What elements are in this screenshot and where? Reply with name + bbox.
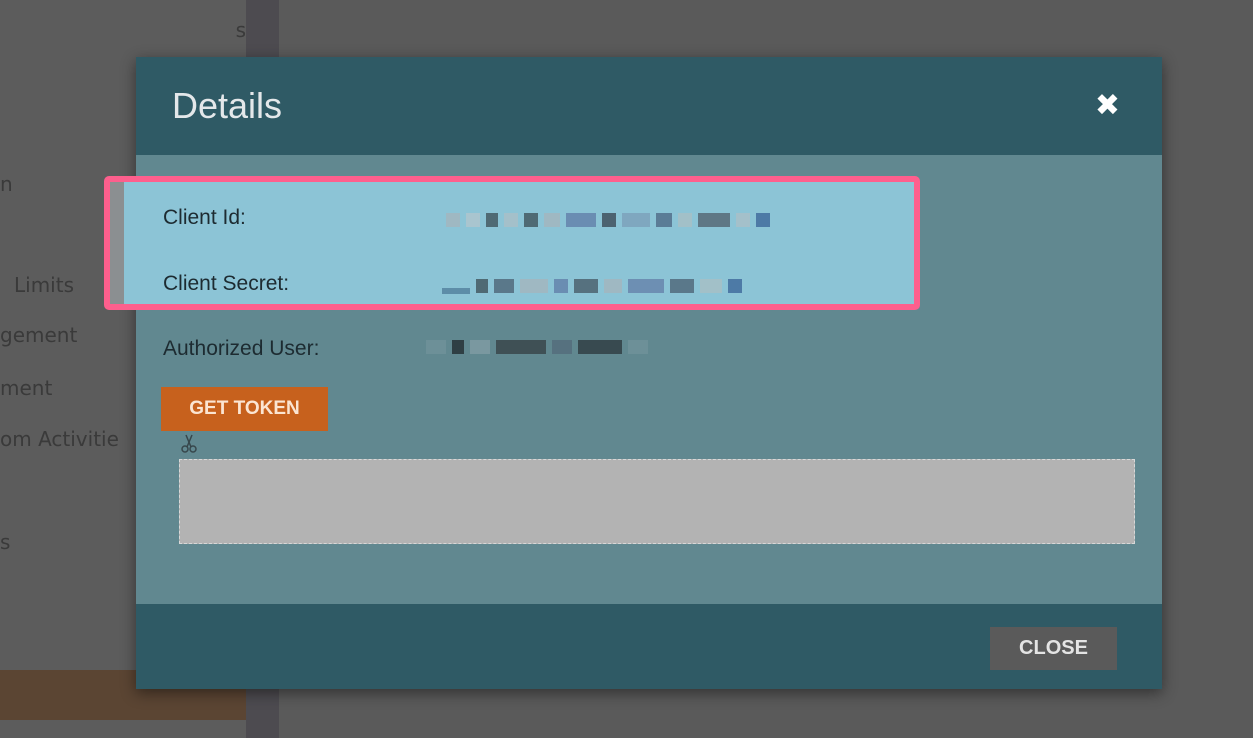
background-nav-item: s xyxy=(235,18,246,42)
close-icon[interactable]: ✖ xyxy=(1095,91,1120,121)
scissors-icon[interactable] xyxy=(180,432,202,454)
background-nav-item: om Activitie xyxy=(0,427,119,451)
modal-title: Details xyxy=(172,85,283,126)
authorized-user-label: Authorized User: xyxy=(163,337,320,360)
modal-footer: CLOSE xyxy=(136,604,1162,689)
client-secret-value-masked xyxy=(442,278,742,294)
details-modal: Details ✖ Client Id: Client Secret: Auth… xyxy=(104,57,1162,689)
modal-header: Details ✖ xyxy=(136,57,1162,155)
client-id-label: Client Id: xyxy=(163,206,246,229)
background-nav-item: ment xyxy=(0,376,53,400)
background-nav-item: Limits xyxy=(14,273,74,297)
token-output-area[interactable] xyxy=(179,459,1135,544)
highlight-left-bar xyxy=(110,182,124,304)
get-token-button[interactable]: GET TOKEN xyxy=(161,387,328,431)
background-nav-item: s xyxy=(0,530,11,554)
background-nav-item: gement xyxy=(0,323,78,347)
client-id-value-masked xyxy=(446,212,770,228)
background-nav-item: n xyxy=(0,172,13,196)
client-secret-label: Client Secret: xyxy=(163,272,290,295)
close-button[interactable]: CLOSE xyxy=(990,627,1117,670)
authorized-user-value-masked xyxy=(426,339,648,355)
